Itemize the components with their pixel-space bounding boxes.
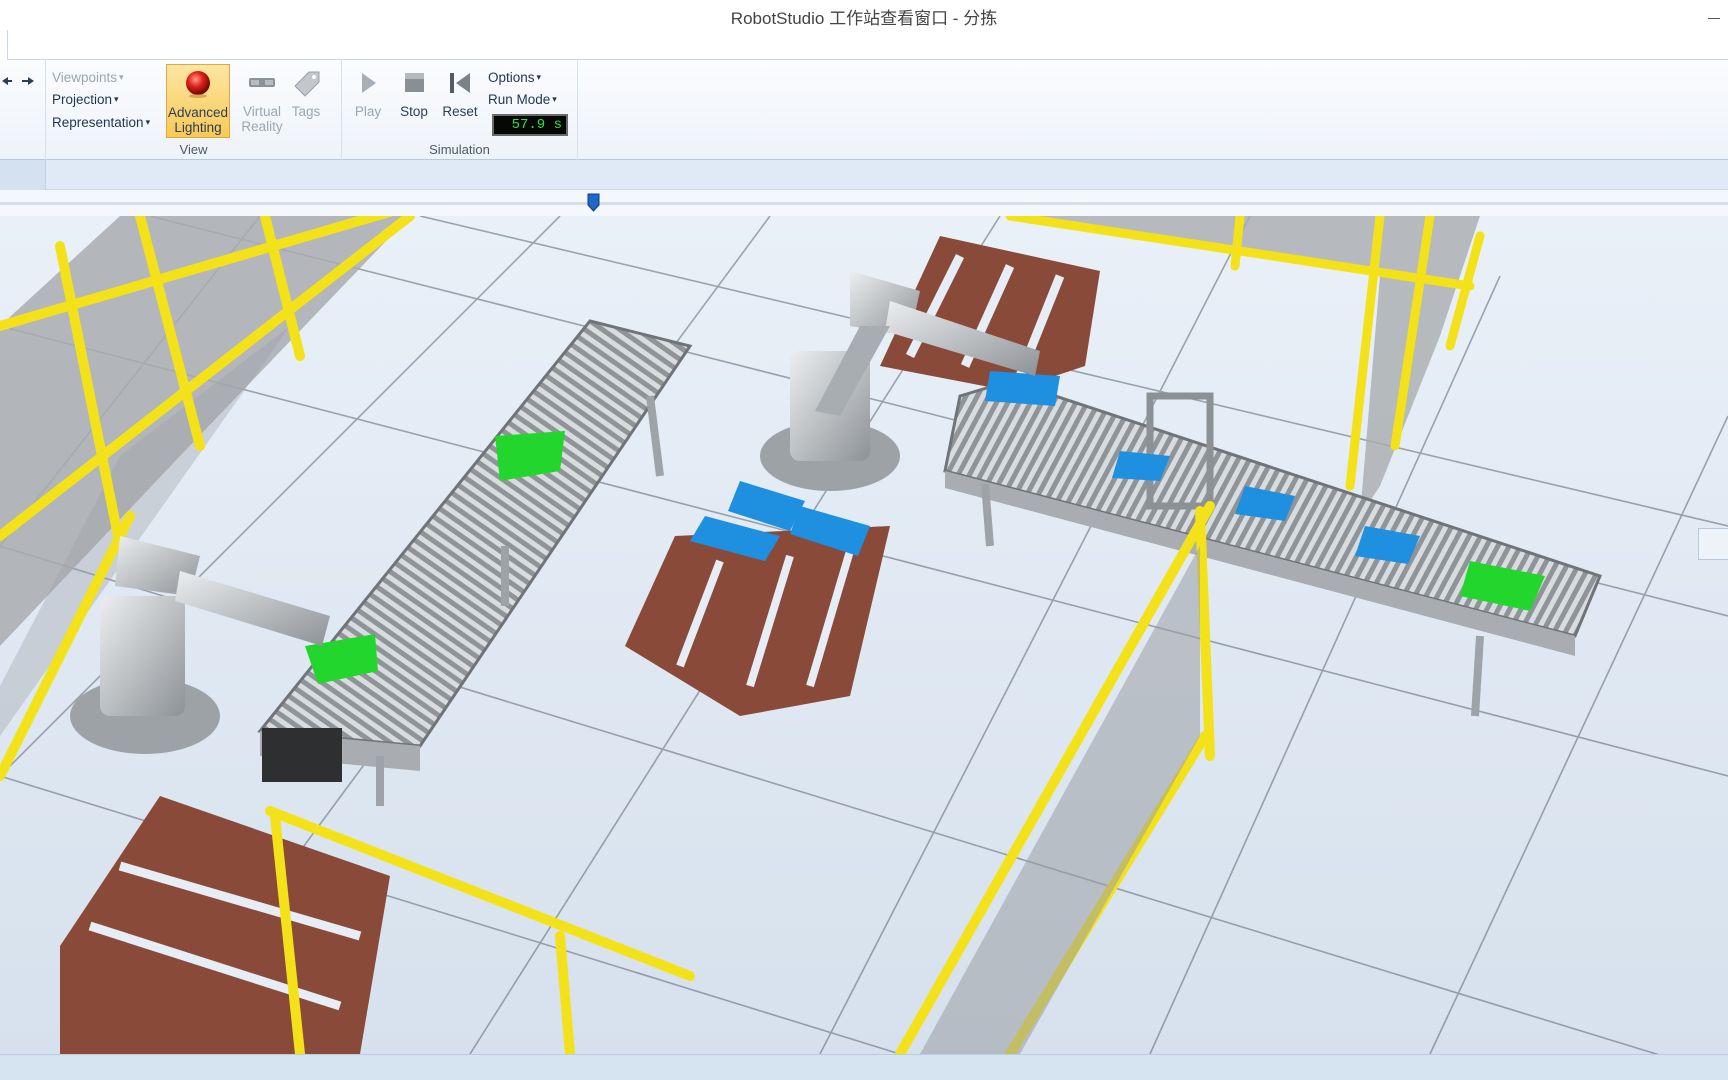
arrow-left-icon[interactable] bbox=[0, 74, 40, 88]
simulation-timeline[interactable] bbox=[0, 190, 1728, 216]
minimize-button[interactable] bbox=[1700, 4, 1728, 26]
3d-viewport[interactable] bbox=[0, 216, 1728, 1054]
options-label: Options bbox=[488, 70, 535, 85]
toolbar-band bbox=[0, 160, 1728, 190]
representation-label: Representation bbox=[52, 115, 144, 130]
projection-label: Projection bbox=[52, 92, 113, 107]
tags-button[interactable]: Tags bbox=[284, 64, 328, 138]
view-group-label: View bbox=[179, 142, 208, 157]
status-bar bbox=[0, 1054, 1728, 1080]
tags-label: Tags bbox=[291, 104, 321, 119]
stop-button[interactable]: Stop bbox=[392, 64, 436, 138]
reset-icon bbox=[450, 73, 470, 93]
window-title: RobotStudio 工作站查看窗口 - 分拣 bbox=[730, 9, 998, 28]
view-group: Viewpoints ▾ Projection ▾ Representation ▾ … bbox=[46, 60, 342, 160]
view-side-chip[interactable] bbox=[1698, 528, 1728, 560]
stop-icon bbox=[405, 73, 424, 92]
play-button[interactable]: Play bbox=[346, 64, 390, 138]
ribbon-tab-strip bbox=[0, 30, 1728, 61]
reset-button[interactable]: Reset bbox=[438, 64, 482, 138]
reset-label: Reset bbox=[442, 104, 478, 119]
nav-group bbox=[0, 60, 46, 160]
ribbon: Viewpoints ▾ Projection ▾ Representation ▾ … bbox=[0, 60, 1728, 160]
tag-icon bbox=[294, 71, 320, 97]
station-scene bbox=[0, 216, 1728, 1054]
arrow-right-icon bbox=[22, 77, 34, 85]
run-mode-menu[interactable]: Run Mode ▾ bbox=[488, 92, 557, 107]
band-left-panel bbox=[0, 160, 46, 190]
tab-active[interactable] bbox=[0, 30, 8, 61]
advanced-lighting-button[interactable]: Advanced Lighting bbox=[166, 64, 230, 138]
simulation-group: Play Stop Reset Options ▾ Run Mode ▾ Simul… bbox=[342, 60, 578, 160]
run-mode-label: Run Mode bbox=[488, 92, 551, 107]
options-menu[interactable]: Options ▾ bbox=[488, 70, 541, 85]
simulation-group-label: Simulation bbox=[429, 142, 490, 157]
blue-box-1 bbox=[1112, 451, 1170, 481]
viewpoints-menu[interactable]: Viewpoints ▾ bbox=[52, 70, 124, 85]
title-bar: RobotStudio 工作站查看窗口 - 分拣 bbox=[0, 0, 1728, 30]
vr-headset-icon bbox=[249, 78, 275, 87]
advanced-lighting-label-1: Advanced bbox=[167, 105, 229, 120]
advanced-lighting-label-2: Lighting bbox=[174, 120, 222, 135]
projection-menu[interactable]: Projection ▾ bbox=[52, 92, 119, 107]
timeline-track bbox=[0, 202, 1728, 205]
simulation-timer: 57.9 s bbox=[492, 114, 568, 136]
play-icon bbox=[362, 73, 376, 93]
representation-menu[interactable]: Representation ▾ bbox=[52, 115, 150, 130]
timeline-thumb[interactable] bbox=[587, 193, 600, 212]
blue-box-4 bbox=[985, 371, 1060, 406]
viewpoints-label: Viewpoints bbox=[52, 70, 118, 85]
play-label: Play bbox=[354, 104, 382, 119]
stop-label: Stop bbox=[400, 104, 428, 119]
red-sphere-icon bbox=[186, 71, 210, 98]
